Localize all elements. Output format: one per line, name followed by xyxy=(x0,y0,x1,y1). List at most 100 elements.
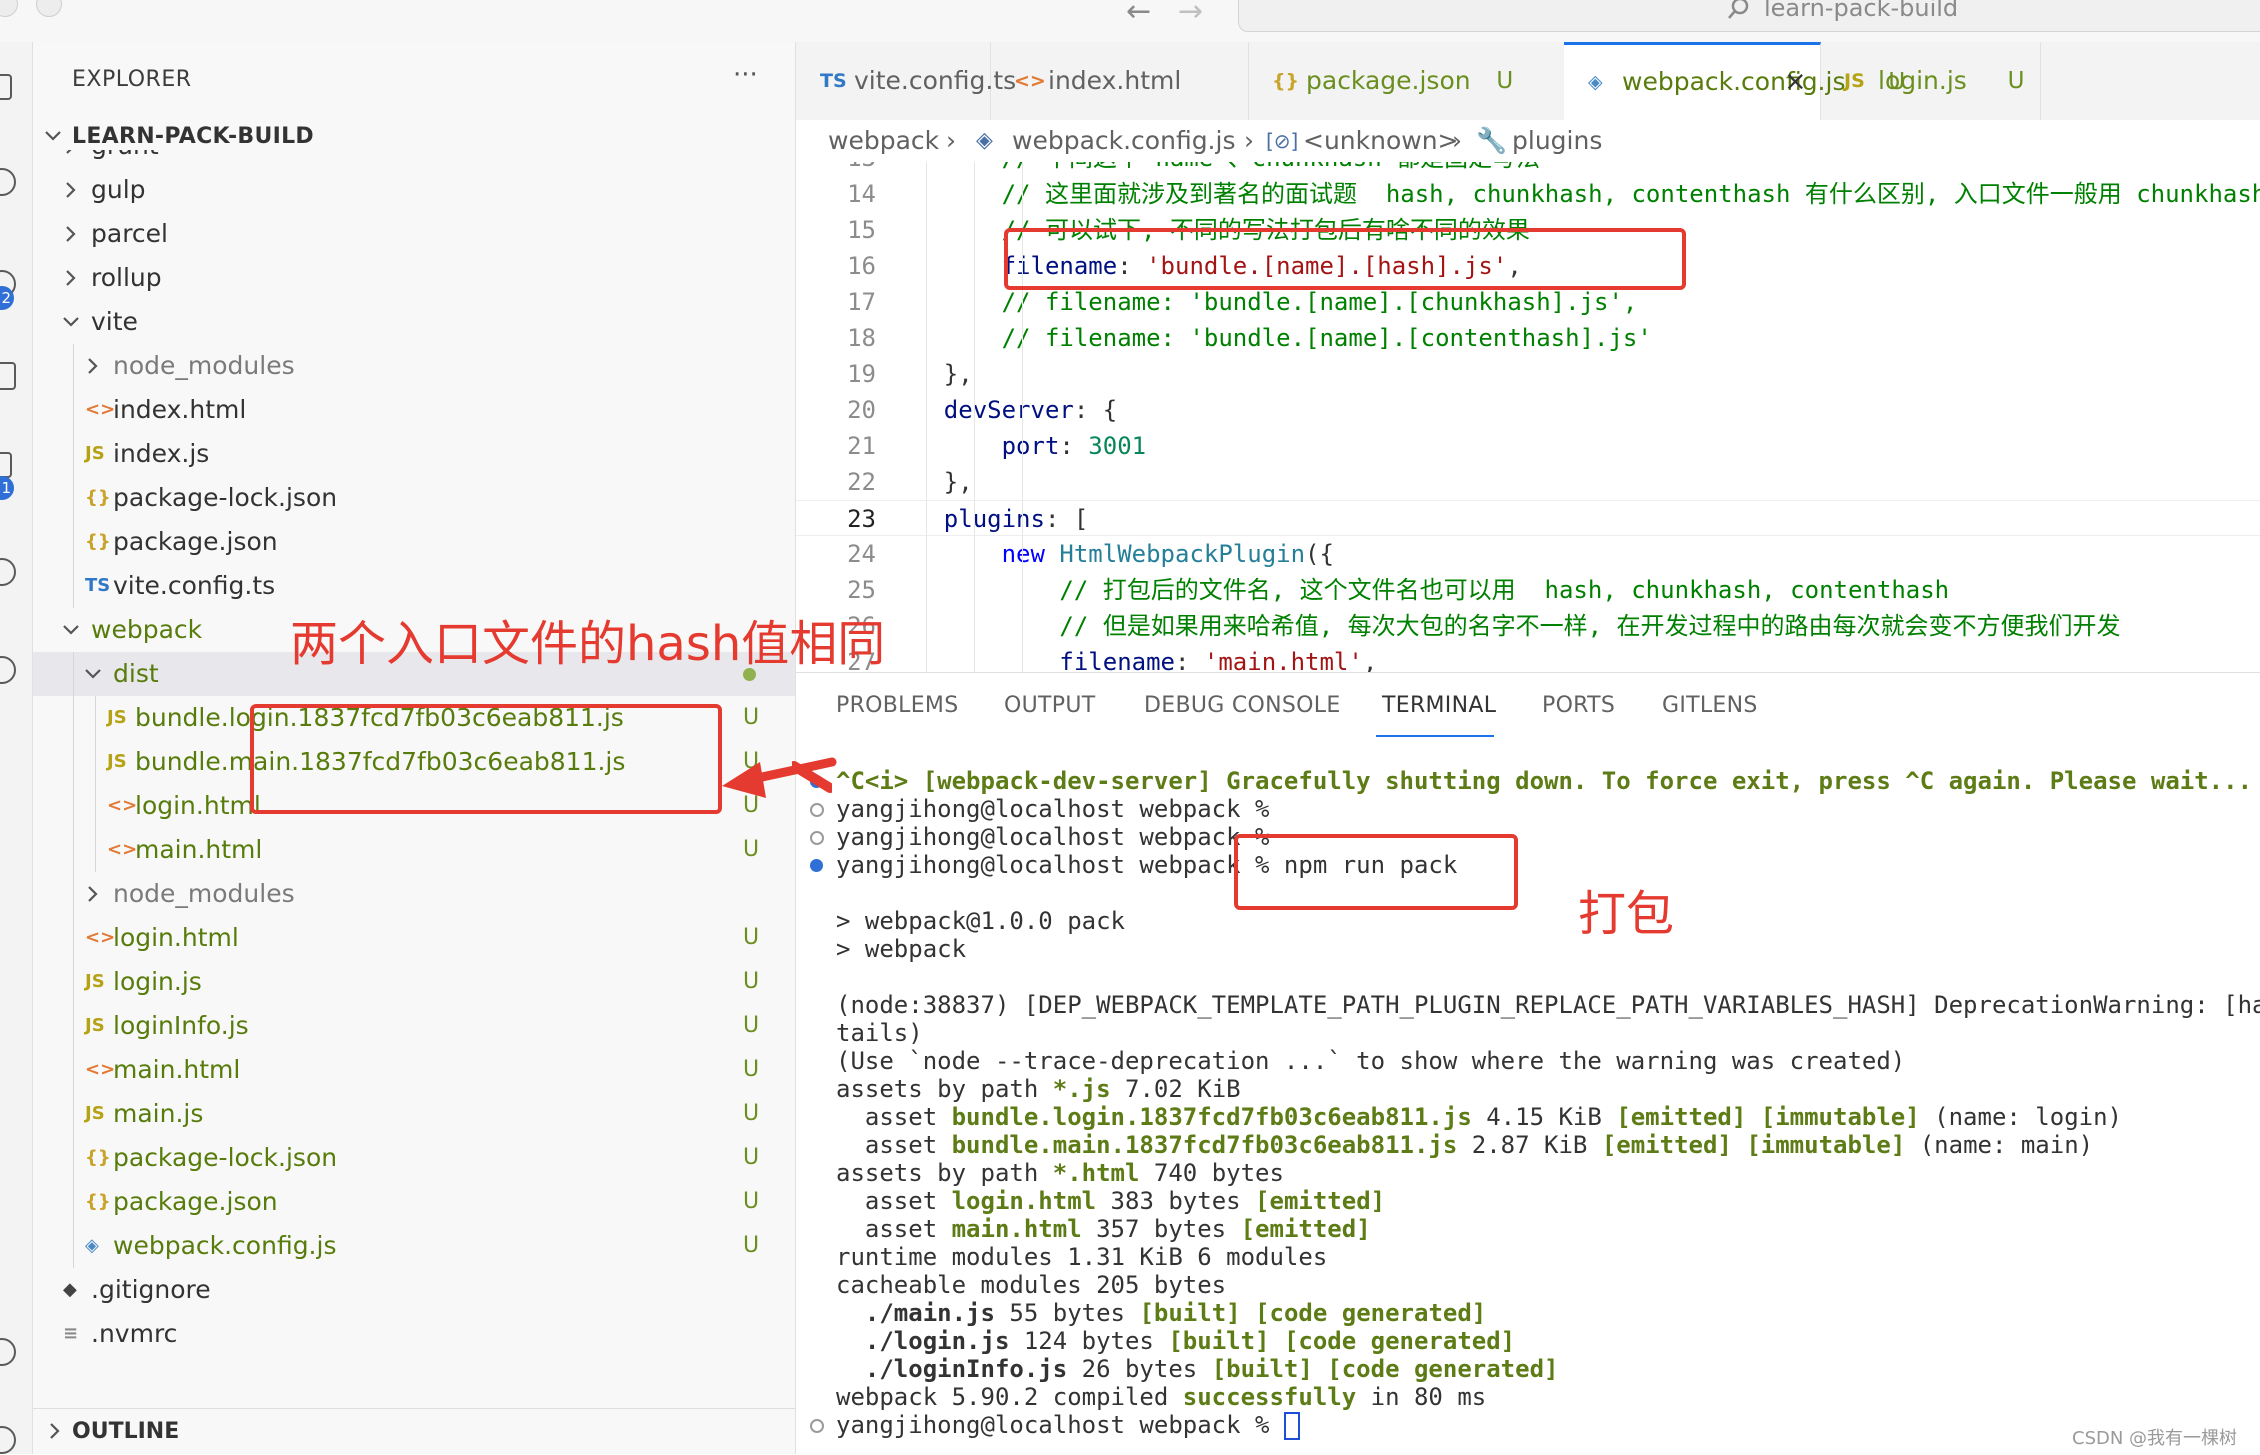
extensions-icon[interactable] xyxy=(0,452,12,478)
tree-folder[interactable]: grunt xyxy=(33,150,795,168)
line-number: 20 xyxy=(847,396,876,424)
tree-item-label: login.js xyxy=(113,967,202,996)
tree-folder[interactable]: rollup xyxy=(33,256,795,300)
git-status-badge: U xyxy=(743,1057,760,1082)
tree-folder[interactable]: node_modules xyxy=(33,344,795,388)
chevron-down-icon[interactable] xyxy=(61,312,81,332)
tree-file[interactable]: JS index.js xyxy=(33,432,795,476)
indent-guide xyxy=(73,740,74,784)
indent-guide xyxy=(974,162,975,672)
terminal-line: (Use `node --trace-deprecation ...` to s… xyxy=(836,1047,1906,1075)
tree-item-label: vite xyxy=(91,307,138,336)
chevron-right-icon[interactable] xyxy=(61,150,81,156)
close-tab-icon[interactable]: × xyxy=(1784,45,1807,119)
code-text: // 打包后的文件名, 这个文件名也可以用 hash, chunkhash, c… xyxy=(886,576,1950,604)
close-window-button[interactable] xyxy=(0,0,18,17)
tab-git-status: U xyxy=(1496,68,1514,94)
chevron-right-icon[interactable] xyxy=(83,884,103,904)
editor-tab[interactable]: <> index.html xyxy=(990,42,1249,120)
editor-tab[interactable]: ◈ webpack.config.js U × xyxy=(1564,42,1905,121)
json-file-icon: {} xyxy=(85,1147,111,1168)
tab-output[interactable]: OUTPUT xyxy=(1004,693,1095,718)
explorer-icon[interactable] xyxy=(0,74,12,100)
breadcrumb-property[interactable]: plugins xyxy=(1512,120,1602,162)
back-arrow-icon[interactable]: ← xyxy=(1126,0,1151,29)
tree-file[interactable]: {} package-lock.json xyxy=(33,476,795,520)
tree-folder[interactable]: parcel xyxy=(33,212,795,256)
tree-file[interactable]: ≡ .nvmrc xyxy=(33,1312,795,1356)
code-line: 13 // 中间这个 name 、chunkhash 都是固定写法 xyxy=(796,162,2260,176)
code-text: port: 3001 xyxy=(1001,432,1147,460)
editor-tab[interactable]: TS vite.config.ts xyxy=(796,42,1016,120)
t-text: webpack 5.90.2 compiled xyxy=(836,1383,1183,1411)
chevron-right-icon[interactable] xyxy=(61,180,81,200)
explorer-title: EXPLORER xyxy=(72,67,192,92)
terminal[interactable]: ^C<i> [webpack-dev-server] Gracefully sh… xyxy=(796,765,2260,1455)
remote-explorer-icon[interactable] xyxy=(0,558,16,586)
run-debug-icon[interactable] xyxy=(0,362,16,390)
more-actions-icon[interactable]: ··· xyxy=(733,60,758,90)
tree-file[interactable]: JS login.js U xyxy=(33,960,795,1004)
tree-folder[interactable]: vite xyxy=(33,300,795,344)
minimize-window-button[interactable] xyxy=(36,0,62,17)
annotation-text-hash: 两个入口文件的hash值相同 xyxy=(290,616,886,672)
tree-item-label: node_modules xyxy=(113,351,295,380)
tab-debug-console[interactable]: DEBUG CONSOLE xyxy=(1144,693,1341,718)
tree-item-label: main.js xyxy=(113,1099,204,1128)
code-text: devServer: { xyxy=(943,396,1118,424)
search-view-icon[interactable] xyxy=(0,168,16,196)
command-decoration[interactable] xyxy=(810,831,824,845)
editor-tab[interactable]: {} package.json U xyxy=(1248,42,1565,120)
chevron-right-icon[interactable] xyxy=(61,268,81,288)
command-decoration[interactable] xyxy=(810,859,823,872)
gitlens-icon[interactable] xyxy=(0,656,16,684)
chevron-right-icon[interactable] xyxy=(61,224,81,244)
command-decoration[interactable] xyxy=(810,1419,824,1433)
t-text: 357 bytes xyxy=(1081,1215,1241,1243)
code-text: filename: 'main.html', xyxy=(1059,648,1378,672)
tree-file[interactable]: <> main.html U xyxy=(33,1048,795,1092)
annotation-arrow-tail xyxy=(792,761,832,793)
chevron-down-icon[interactable] xyxy=(61,620,81,640)
tree-folder[interactable]: node_modules xyxy=(33,872,795,916)
tab-terminal[interactable]: TERMINAL xyxy=(1382,693,1496,718)
tree-file[interactable]: TS vite.config.ts xyxy=(33,564,795,608)
outline-section[interactable]: OUTLINE xyxy=(33,1408,795,1454)
tree-file[interactable]: <> main.html U xyxy=(33,828,795,872)
tree-folder[interactable]: gulp xyxy=(33,168,795,212)
tree-file[interactable]: {} package.json U xyxy=(33,1180,795,1224)
editor-area: TS vite.config.ts <> index.html {} package.js… xyxy=(796,42,2260,672)
tree-file[interactable]: <> index.html xyxy=(33,388,795,432)
editor-tab[interactable]: JS login.js U xyxy=(1820,42,2041,120)
tree-file[interactable]: {} package-lock.json U xyxy=(33,1136,795,1180)
forward-arrow-icon[interactable]: → xyxy=(1178,0,1203,29)
breadcrumb-folder[interactable]: webpack xyxy=(828,120,939,162)
tree-file[interactable]: ◆ .gitignore xyxy=(33,1268,795,1312)
t-text: 55 bytes xyxy=(994,1299,1140,1327)
tree-item-label: main.html xyxy=(135,835,263,864)
manage-gear-icon[interactable] xyxy=(0,1426,16,1454)
annotation-box-filename xyxy=(1004,228,1686,290)
tree-item-label: parcel xyxy=(91,219,168,248)
indent-guide xyxy=(95,828,96,872)
tree-file[interactable]: {} package.json xyxy=(33,520,795,564)
chevron-down-icon[interactable] xyxy=(83,664,103,684)
terminal-line: (node:38837) [DEP_WEBPACK_TEMPLATE_PATH_… xyxy=(836,991,2260,1019)
js-file-icon: JS xyxy=(85,971,105,992)
wrench-icon: 🔧 xyxy=(1476,126,1508,155)
tree-file[interactable]: ◈ webpack.config.js U xyxy=(33,1224,795,1268)
account-icon[interactable] xyxy=(0,1338,16,1366)
js-file-icon: JS xyxy=(107,751,127,772)
tree-file[interactable]: <> login.html U xyxy=(33,916,795,960)
code-line: 14 // 这里面就涉及到著名的面试题 hash, chunkhash, con… xyxy=(796,176,2260,212)
breadcrumb-symbol[interactable]: <unknown> xyxy=(1303,120,1459,162)
chevron-right-icon[interactable] xyxy=(83,356,103,376)
tree-file[interactable]: JS main.js U xyxy=(33,1092,795,1136)
tab-gitlens[interactable]: GITLENS xyxy=(1662,693,1758,718)
tab-ports[interactable]: PORTS xyxy=(1542,693,1615,718)
terminal-line: yangjihong@localhost webpack % xyxy=(836,823,1284,851)
breadcrumb-file[interactable]: webpack.config.js xyxy=(1012,120,1235,162)
tree-file[interactable]: JS loginInfo.js U xyxy=(33,1004,795,1048)
tab-problems[interactable]: PROBLEMS xyxy=(836,693,958,718)
indent-guide xyxy=(73,432,74,476)
